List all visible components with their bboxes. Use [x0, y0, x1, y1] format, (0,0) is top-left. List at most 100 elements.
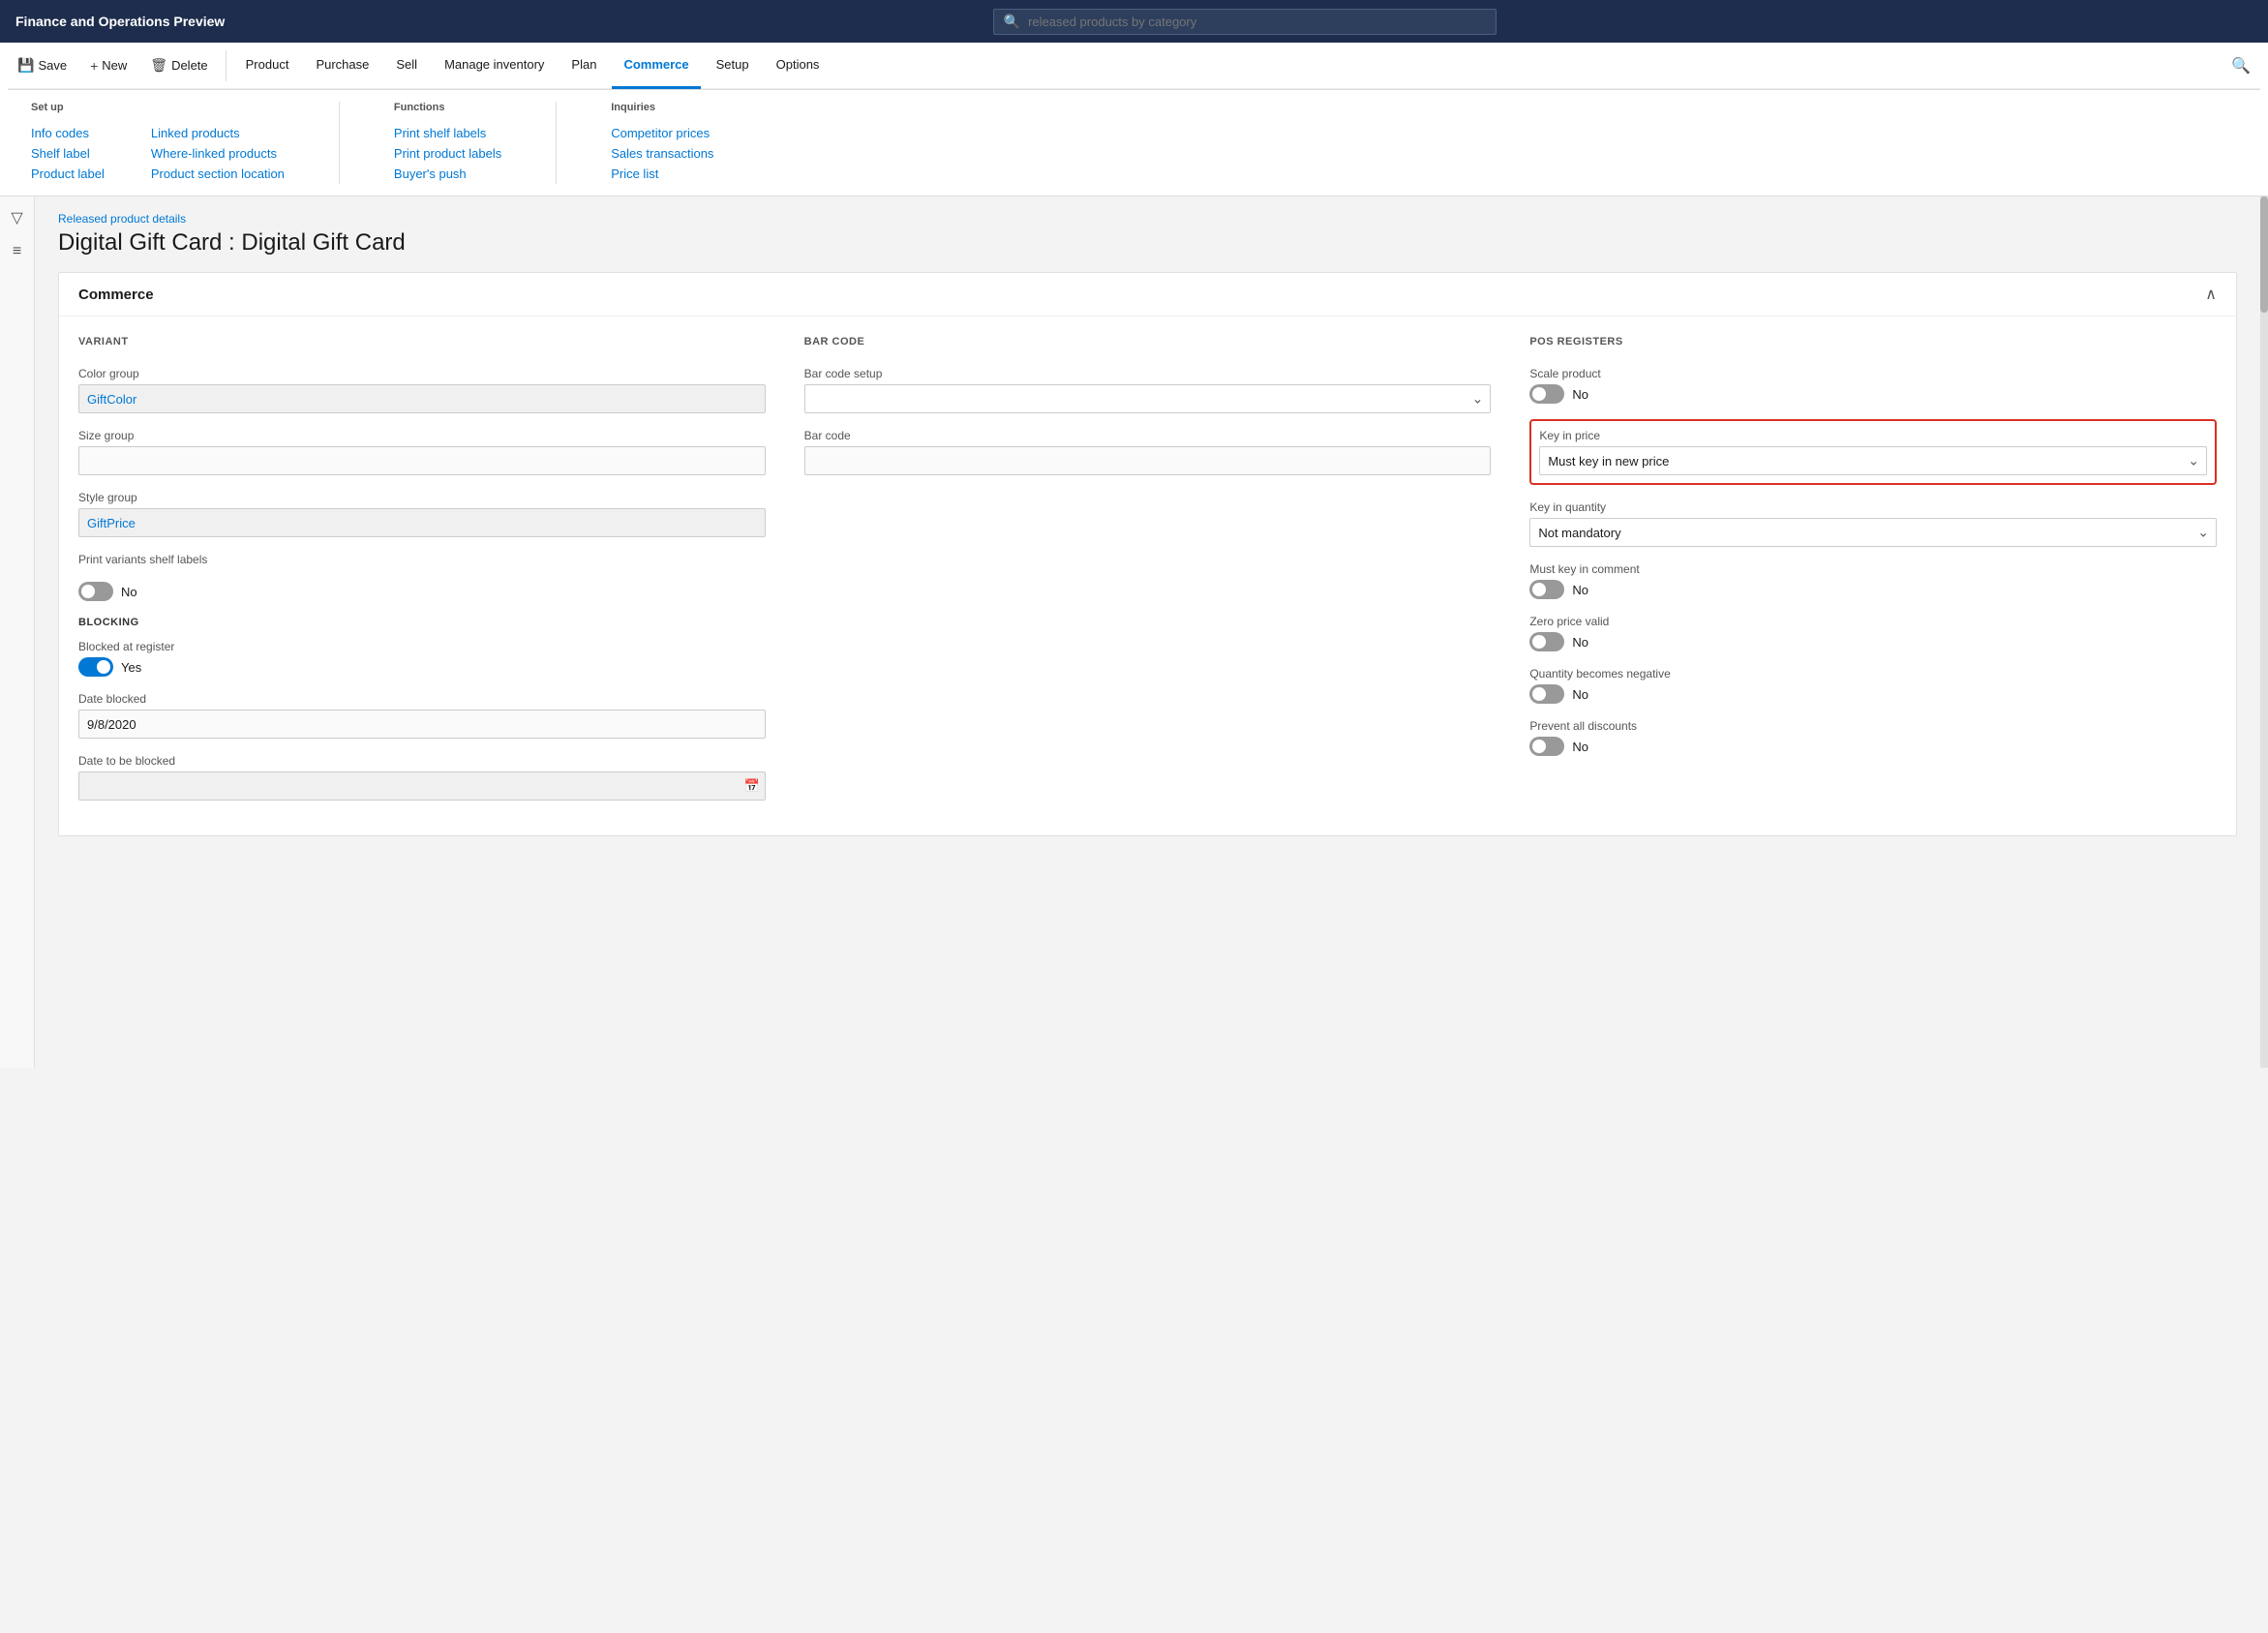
page-title: Digital Gift Card : Digital Gift Card: [58, 229, 2237, 257]
size-group-field: Size group: [78, 429, 766, 475]
blocked-at-register-toggle-control[interactable]: [78, 657, 113, 677]
must-key-in-comment-toggle: No: [1529, 580, 2217, 599]
dropdown-item-info-codes[interactable]: Info codes: [31, 123, 105, 143]
date-to-be-blocked-wrapper: 📅: [78, 771, 766, 801]
color-group-field: Color group: [78, 367, 766, 413]
left-sidebar: ▽ ≡: [0, 197, 35, 1068]
key-in-price-select-wrapper: Must key in new price Not mandatory Not …: [1539, 446, 2207, 475]
quantity-becomes-negative-toggle-control[interactable]: [1529, 684, 1564, 704]
search-icon: 🔍: [1004, 14, 1020, 30]
prevent-all-discounts-toggle: No: [1529, 737, 2217, 756]
must-key-in-comment-label: Must key in comment: [1529, 562, 2217, 576]
dropdown-item-product-section-location[interactable]: Product section location: [151, 164, 285, 184]
barcode-header: BAR CODE: [804, 336, 1492, 351]
tab-options[interactable]: Options: [765, 43, 832, 89]
main-content: Released product details Digital Gift Ca…: [35, 197, 2260, 1068]
barcode-setup-field: Bar code setup: [804, 367, 1492, 413]
print-variants-toggle-control[interactable]: [78, 582, 113, 601]
zero-price-valid-toggle: No: [1529, 632, 2217, 651]
ribbon: 💾 Save + New 🗑 Delete Product Purchase S…: [0, 43, 2268, 197]
date-to-be-blocked-input[interactable]: [78, 771, 766, 801]
dropdown-item-buyers-push[interactable]: Buyer's push: [394, 164, 501, 184]
date-blocked-label: Date blocked: [78, 692, 766, 706]
top-bar: Finance and Operations Preview 🔍: [0, 0, 2268, 43]
style-group-input[interactable]: [78, 508, 766, 537]
quantity-becomes-negative-field: Quantity becomes negative No: [1529, 667, 2217, 704]
scrollbar-thumb[interactable]: [2260, 197, 2268, 313]
dropdown-item-print-shelf-labels[interactable]: Print shelf labels: [394, 123, 501, 143]
dropdown-item-linked-products[interactable]: Linked products: [151, 123, 285, 143]
variant-column: VARIANT Color group Size group Style gro…: [78, 336, 766, 816]
dropdown-item-competitor-prices[interactable]: Competitor prices: [611, 123, 713, 143]
search-input[interactable]: [1028, 15, 1486, 29]
size-group-input[interactable]: [78, 446, 766, 475]
style-group-field: Style group: [78, 491, 766, 537]
key-in-quantity-select[interactable]: Not mandatory Mandatory: [1529, 518, 2217, 547]
barcode-setup-label: Bar code setup: [804, 367, 1492, 380]
barcode-setup-select[interactable]: [804, 384, 1492, 413]
search-bar[interactable]: 🔍: [993, 9, 1497, 35]
delete-icon: 🗑: [150, 57, 167, 74]
collapse-icon[interactable]: ∧: [2205, 285, 2217, 304]
section-body: VARIANT Color group Size group Style gro…: [59, 317, 2236, 835]
dropdown-item-product-label[interactable]: Product label: [31, 164, 105, 184]
barcode-label: Bar code: [804, 429, 1492, 442]
must-key-in-comment-field: Must key in comment No: [1529, 562, 2217, 599]
inquiries-header: Inquiries: [611, 102, 713, 113]
tab-setup[interactable]: Setup: [705, 43, 761, 89]
dropdown-divider-2: [556, 102, 557, 184]
must-key-in-comment-toggle-control[interactable]: [1529, 580, 1564, 599]
key-in-price-label: Key in price: [1539, 429, 2207, 442]
ribbon-search-button[interactable]: 🔍: [2222, 50, 2260, 81]
date-blocked-input[interactable]: [78, 710, 766, 739]
prevent-all-discounts-toggle-control[interactable]: [1529, 737, 1564, 756]
tab-plan[interactable]: Plan: [559, 43, 608, 89]
tab-sell[interactable]: Sell: [384, 43, 429, 89]
dropdown-item-where-linked-products[interactable]: Where-linked products: [151, 143, 285, 164]
commerce-section-card: Commerce ∧ VARIANT Color group Size grou…: [58, 272, 2237, 836]
inquiries-list: Competitor prices Sales transactions Pri…: [611, 123, 713, 184]
tab-purchase[interactable]: Purchase: [304, 43, 380, 89]
dropdown-item-shelf-label[interactable]: Shelf label: [31, 143, 105, 164]
filter-icon[interactable]: ▽: [11, 208, 22, 227]
app-title: Finance and Operations Preview: [15, 14, 225, 29]
new-button[interactable]: + New: [80, 52, 136, 79]
tab-product[interactable]: Product: [234, 43, 301, 89]
barcode-field: Bar code: [804, 429, 1492, 475]
color-group-input[interactable]: [78, 384, 766, 413]
print-variants-toggle: No: [78, 582, 766, 601]
scale-product-field: Scale product No: [1529, 367, 2217, 404]
zero-price-valid-value: No: [1572, 635, 1588, 650]
dropdown-item-print-product-labels[interactable]: Print product labels: [394, 143, 501, 164]
barcode-input[interactable]: [804, 446, 1492, 475]
tab-commerce[interactable]: Commerce: [612, 43, 700, 89]
key-in-price-select[interactable]: Must key in new price Not mandatory Not …: [1539, 446, 2207, 475]
delete-button[interactable]: 🗑 Delete: [140, 51, 217, 79]
columns-layout: VARIANT Color group Size group Style gro…: [78, 336, 2217, 816]
date-blocked-field: Date blocked: [78, 692, 766, 739]
style-group-label: Style group: [78, 491, 766, 504]
scale-product-toggle-control[interactable]: [1529, 384, 1564, 404]
blocked-at-register-label: Blocked at register: [78, 640, 766, 653]
right-scrollbar[interactable]: [2260, 197, 2268, 1068]
dropdown-item-sales-transactions[interactable]: Sales transactions: [611, 143, 713, 164]
dropdown-item-price-list[interactable]: Price list: [611, 164, 713, 184]
ribbon-main: 💾 Save + New 🗑 Delete Product Purchase S…: [8, 43, 2260, 89]
quantity-becomes-negative-value: No: [1572, 687, 1588, 702]
quantity-becomes-negative-label: Quantity becomes negative: [1529, 667, 2217, 680]
prevent-all-discounts-value: No: [1572, 740, 1588, 754]
zero-price-valid-toggle-control[interactable]: [1529, 632, 1564, 651]
section-header[interactable]: Commerce ∧: [59, 273, 2236, 317]
key-in-quantity-label: Key in quantity: [1529, 500, 2217, 514]
prevent-all-discounts-field: Prevent all discounts No: [1529, 719, 2217, 756]
tab-manage-inventory[interactable]: Manage inventory: [433, 43, 556, 89]
save-button[interactable]: 💾 Save: [8, 51, 76, 79]
date-to-be-blocked-field: Date to be blocked 📅: [78, 754, 766, 801]
barcode-setup-select-wrapper: [804, 384, 1492, 413]
calendar-icon[interactable]: 📅: [743, 778, 759, 794]
breadcrumb[interactable]: Released product details: [58, 212, 2237, 226]
blocking-header: BLOCKING: [78, 617, 766, 628]
dropdown-setup-section: Set up Info codes Shelf label Product la…: [31, 102, 105, 184]
menu-icon[interactable]: ≡: [13, 243, 21, 260]
divider: [226, 50, 227, 81]
